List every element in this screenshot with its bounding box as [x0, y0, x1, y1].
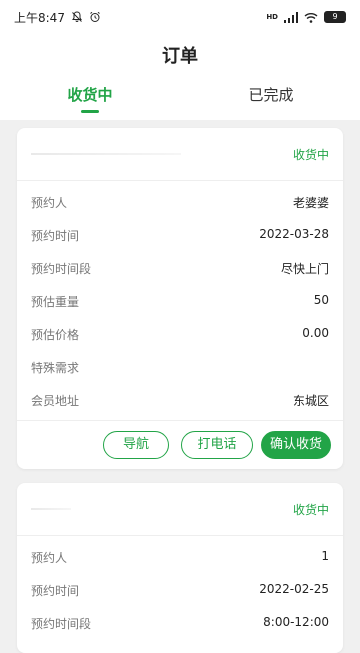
field-value: 1 — [321, 549, 329, 563]
mute-bell-icon — [71, 11, 83, 23]
navigate-button[interactable]: 导航 — [103, 431, 169, 459]
field-value: 老婆婆 — [292, 196, 329, 210]
tab-receiving-label: 收货中 — [67, 86, 113, 104]
field-label: 预估价格 — [31, 328, 80, 342]
order-card[interactable]: 收货中 预约人 1 预约时间 2022-02-25 预约时间段 8:00-12:… — [17, 483, 343, 653]
order-number-redacted — [31, 153, 181, 155]
field-row: 预约时间 2022-03-28 — [17, 218, 343, 251]
field-value: 0.00 — [302, 326, 329, 340]
confirm-receipt-button[interactable]: 确认收货 — [261, 431, 331, 459]
field-label: 预约时间段 — [31, 262, 92, 276]
order-tabs: 收货中 已完成 — [0, 84, 360, 120]
field-label: 预估重量 — [31, 295, 80, 309]
field-label: 预约时间 — [31, 229, 80, 243]
header: 订单 收货中 已完成 — [0, 34, 360, 120]
field-label: 预约人 — [31, 551, 68, 565]
field-value: 东城区 — [292, 394, 329, 408]
battery-icon: 9 — [324, 11, 346, 23]
field-value: 8:00-12:00 — [263, 615, 329, 629]
page-title: 订单 — [162, 46, 198, 67]
field-label: 会员地址 — [31, 394, 80, 408]
field-value: 2022-02-25 — [259, 582, 329, 596]
field-row: 特殊需求 — [17, 350, 343, 383]
tab-active-indicator — [81, 110, 99, 113]
field-value: 50 — [313, 293, 329, 307]
field-value: 2022-03-28 — [259, 227, 329, 241]
field-row: 预约时间段 8:00-12:00 — [17, 606, 343, 639]
signal-icon — [284, 11, 298, 23]
field-label: 预约时间 — [31, 584, 80, 598]
field-row: 预约时间 2022-02-25 — [17, 573, 343, 606]
field-value: 尽快上门 — [280, 262, 329, 276]
field-row: 预估价格 0.00 — [17, 317, 343, 350]
field-label: 预约人 — [31, 196, 68, 210]
field-row: 预约时间段 尽快上门 — [17, 251, 343, 284]
tab-completed[interactable]: 已完成 — [221, 84, 321, 105]
tab-completed-label: 已完成 — [248, 86, 294, 104]
field-label: 特殊需求 — [31, 361, 80, 375]
call-button[interactable]: 打电话 — [181, 431, 253, 459]
status-time: 上午8:47 — [14, 10, 65, 25]
order-card-actions: 导航 打电话 确认收货 — [17, 420, 343, 469]
order-status: 收货中 — [292, 148, 329, 162]
order-number-redacted — [31, 508, 71, 510]
network-type: HD — [266, 13, 278, 21]
order-card-header: 收货中 — [17, 483, 343, 536]
field-row: 预约人 1 — [17, 540, 343, 573]
field-row: 会员地址 东城区 — [17, 383, 343, 416]
alarm-icon — [89, 11, 101, 23]
wifi-icon — [304, 12, 318, 23]
battery-level: 9 — [332, 12, 338, 21]
status-bar: 上午8:47 HD 9 — [0, 0, 360, 34]
order-card[interactable]: 收货中 预约人 老婆婆 预约时间 2022-03-28 预约时间段 尽快上门 预… — [17, 128, 343, 469]
order-status: 收货中 — [292, 503, 329, 517]
field-row: 预估重量 50 — [17, 284, 343, 317]
field-label: 预约时间段 — [31, 617, 92, 631]
field-row: 预约人 老婆婆 — [17, 185, 343, 218]
order-card-header: 收货中 — [17, 128, 343, 181]
tab-receiving[interactable]: 收货中 — [40, 84, 140, 113]
